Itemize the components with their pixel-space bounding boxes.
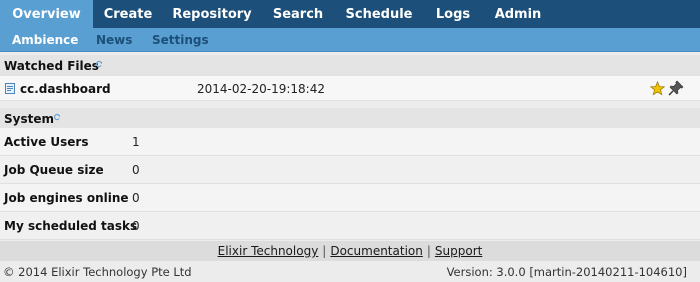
system-label-scheduled-tasks: My scheduled tasks [4,219,138,233]
watched-file-row[interactable]: cc.dashboard 2014-02-20-19:18:42 [0,75,700,101]
system-header: System [0,108,700,128]
subtab-ambience[interactable]: Ambience [12,28,78,52]
file-name-link[interactable]: cc.dashboard [20,82,111,96]
watched-files-title: Watched Files [4,59,99,73]
system-value-job-engines: 0 [132,191,140,205]
refresh-icon[interactable] [95,60,103,68]
footer-links: Elixir Technology | Documentation | Support [0,241,700,261]
system-value-active-users: 1 [132,135,140,149]
sub-nav: Ambience News Settings [0,28,700,52]
system-value-job-queue: 0 [132,163,140,177]
system-row: My scheduled tasks 0 [0,212,700,240]
tab-logs[interactable]: Logs [423,0,483,28]
system-row: Job Queue size 0 [0,156,700,184]
pin-icon[interactable] [668,80,684,96]
system-label-job-queue: Job Queue size [4,163,104,177]
tab-create[interactable]: Create [93,0,163,28]
dashboard-file-icon [5,83,15,94]
support-link[interactable]: Support [435,244,482,258]
documentation-link[interactable]: Documentation [330,244,423,258]
status-bar: © 2014 Elixir Technology Pte Ltd Version… [0,261,700,282]
tab-schedule[interactable]: Schedule [335,0,423,28]
system-label-job-engines: Job engines online [4,191,129,205]
system-row: Active Users 1 [0,128,700,156]
system-value-scheduled-tasks: 0 [132,219,140,233]
version-text: Version: 3.0.0 [martin-20140211-104610] [446,265,687,279]
watched-files-header: Watched Files [0,55,700,75]
tab-admin[interactable]: Admin [483,0,553,28]
tab-overview[interactable]: Overview [0,0,93,28]
footer-separator: | [322,244,327,258]
main-nav: Overview Create Repository Search Schedu… [0,0,700,28]
subtab-news[interactable]: News [96,28,132,52]
file-modified-date: 2014-02-20-19:18:42 [197,82,325,96]
system-label-active-users: Active Users [4,135,89,149]
system-title: System [4,112,54,126]
refresh-icon[interactable] [53,113,61,121]
subtab-settings[interactable]: Settings [152,28,209,52]
tab-repository[interactable]: Repository [163,0,261,28]
tab-search[interactable]: Search [261,0,335,28]
elixir-technology-link[interactable]: Elixir Technology [218,244,319,258]
copyright-text: © 2014 Elixir Technology Pte Ltd [3,265,192,279]
star-icon[interactable] [650,81,665,96]
footer-separator: | [426,244,431,258]
system-row: Job engines online 0 [0,184,700,212]
